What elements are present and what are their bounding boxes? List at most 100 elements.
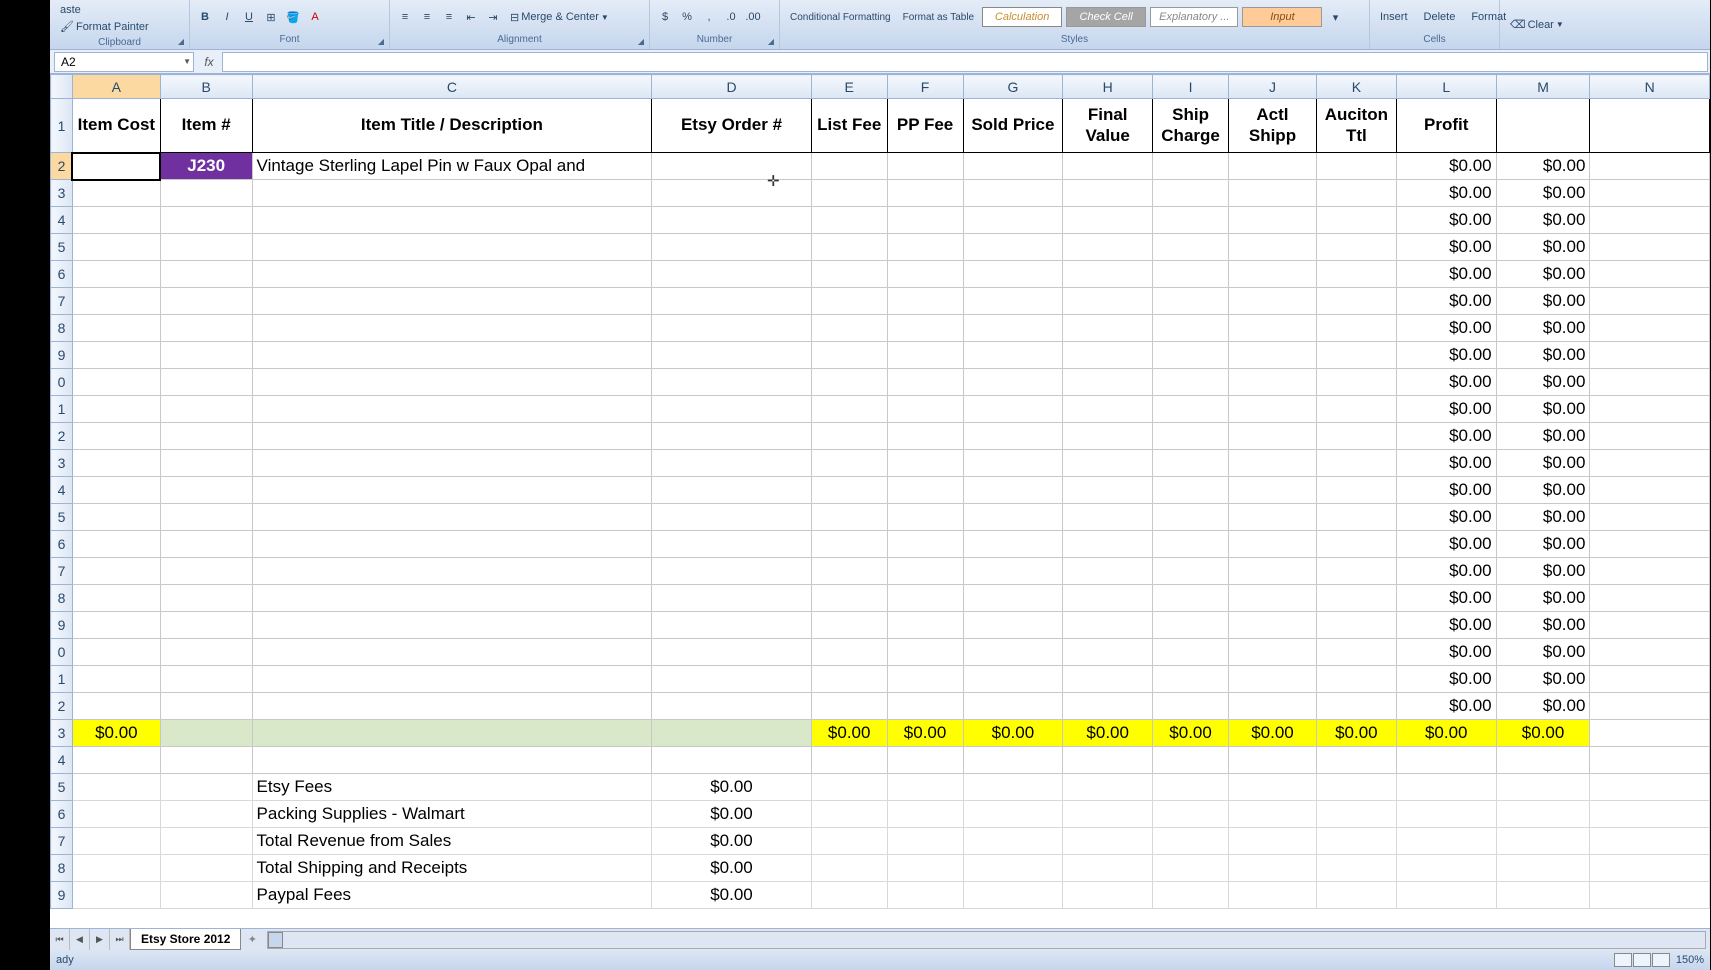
row-header[interactable]: 6 xyxy=(51,261,73,288)
cell[interactable]: $0.00 xyxy=(1496,423,1590,450)
cell[interactable] xyxy=(963,450,1063,477)
cell[interactable] xyxy=(811,207,887,234)
cell[interactable]: $0.00 xyxy=(1496,396,1590,423)
cell[interactable] xyxy=(652,234,812,261)
summary-cell[interactable] xyxy=(1153,828,1229,855)
summary-cell[interactable]: Total Shipping and Receipts xyxy=(252,855,652,882)
cell[interactable] xyxy=(1316,450,1396,477)
row-header[interactable]: 9 xyxy=(51,612,73,639)
border-button[interactable]: ⊞ xyxy=(262,8,280,26)
cell[interactable]: $0.00 xyxy=(1396,450,1496,477)
currency-button[interactable]: $ xyxy=(656,8,674,26)
cell[interactable]: $0.00 xyxy=(1496,639,1590,666)
row-header[interactable]: 0 xyxy=(51,369,73,396)
header-cell[interactable]: Item Cost xyxy=(72,99,160,153)
cell[interactable] xyxy=(1316,342,1396,369)
cell[interactable]: $0.00 xyxy=(1396,612,1496,639)
expand-icon[interactable]: ◢ xyxy=(375,35,387,47)
cell[interactable] xyxy=(252,342,652,369)
cell[interactable] xyxy=(1590,153,1710,180)
cell[interactable] xyxy=(1316,666,1396,693)
cell[interactable] xyxy=(160,585,252,612)
cell[interactable] xyxy=(887,153,963,180)
cell[interactable] xyxy=(1063,234,1153,261)
row-header[interactable]: 1 xyxy=(51,666,73,693)
cell[interactable]: $0.00 xyxy=(1496,315,1590,342)
summary-cell[interactable] xyxy=(72,855,160,882)
cell[interactable] xyxy=(72,450,160,477)
row-header[interactable]: 1 xyxy=(51,396,73,423)
cell[interactable] xyxy=(811,450,887,477)
cell[interactable] xyxy=(1590,234,1710,261)
cell[interactable] xyxy=(1229,180,1317,207)
cell[interactable] xyxy=(1590,504,1710,531)
row-header[interactable]: 5 xyxy=(51,504,73,531)
column-header-A[interactable]: A xyxy=(72,75,160,99)
cell[interactable] xyxy=(1316,261,1396,288)
cell[interactable] xyxy=(1229,342,1317,369)
cell[interactable]: $0.00 xyxy=(1496,261,1590,288)
row-header[interactable]: 5 xyxy=(51,774,73,801)
cell[interactable] xyxy=(811,504,887,531)
summary-cell[interactable] xyxy=(1396,882,1496,909)
cell[interactable] xyxy=(887,612,963,639)
cell[interactable] xyxy=(652,450,812,477)
cell[interactable] xyxy=(1316,288,1396,315)
cell[interactable]: $0.00 xyxy=(1396,315,1496,342)
cell[interactable] xyxy=(963,288,1063,315)
cell[interactable] xyxy=(1229,612,1317,639)
cell[interactable] xyxy=(1063,747,1153,774)
cell[interactable] xyxy=(72,423,160,450)
summary-cell[interactable] xyxy=(1396,801,1496,828)
merge-center-button[interactable]: ⊟ Merge & Center ▼ xyxy=(506,9,613,26)
column-header-E[interactable]: E xyxy=(811,75,887,99)
cell[interactable] xyxy=(887,234,963,261)
cell[interactable] xyxy=(652,531,812,558)
cell[interactable] xyxy=(1063,639,1153,666)
cell[interactable] xyxy=(652,153,812,180)
cell[interactable] xyxy=(252,234,652,261)
cell[interactable] xyxy=(963,423,1063,450)
cell[interactable] xyxy=(887,693,963,720)
column-header-D[interactable]: D xyxy=(652,75,812,99)
summary-cell[interactable]: $0.00 xyxy=(652,774,812,801)
cell[interactable] xyxy=(652,315,812,342)
header-cell[interactable]: Final Value xyxy=(1063,99,1153,153)
cell[interactable] xyxy=(887,207,963,234)
cell[interactable] xyxy=(1153,288,1229,315)
clear-button[interactable]: ⌫ Clear ▼ xyxy=(1506,16,1568,33)
row-header[interactable]: 3 xyxy=(51,450,73,477)
cell[interactable] xyxy=(1063,342,1153,369)
cell[interactable] xyxy=(811,666,887,693)
cell[interactable] xyxy=(887,504,963,531)
cell[interactable] xyxy=(1229,369,1317,396)
cell[interactable] xyxy=(811,531,887,558)
cell[interactable]: $0.00 xyxy=(1496,288,1590,315)
cell[interactable] xyxy=(72,504,160,531)
summary-cell[interactable] xyxy=(963,882,1063,909)
cell[interactable] xyxy=(1229,747,1317,774)
cell[interactable] xyxy=(811,558,887,585)
cell[interactable] xyxy=(1229,396,1317,423)
totals-cell[interactable] xyxy=(160,720,252,747)
totals-cell[interactable]: $0.00 xyxy=(963,720,1063,747)
row-header[interactable]: 0 xyxy=(51,639,73,666)
summary-cell[interactable] xyxy=(72,828,160,855)
cell[interactable] xyxy=(1229,450,1317,477)
cell[interactable] xyxy=(1063,477,1153,504)
format-painter-button[interactable]: 🖌 Format Painter xyxy=(56,18,153,35)
cell[interactable] xyxy=(811,369,887,396)
cell[interactable] xyxy=(1063,585,1153,612)
summary-cell[interactable] xyxy=(1590,828,1710,855)
summary-cell[interactable]: Paypal Fees xyxy=(252,882,652,909)
totals-cell[interactable]: $0.00 xyxy=(811,720,887,747)
summary-cell[interactable] xyxy=(1229,774,1317,801)
cell[interactable] xyxy=(1316,180,1396,207)
sheet-nav-next[interactable]: ▶ xyxy=(90,929,110,950)
cell[interactable] xyxy=(160,207,252,234)
cell[interactable] xyxy=(887,585,963,612)
header-cell[interactable]: Profit xyxy=(1396,99,1496,153)
cell[interactable] xyxy=(72,180,160,207)
cell[interactable] xyxy=(252,531,652,558)
cell[interactable] xyxy=(160,342,252,369)
